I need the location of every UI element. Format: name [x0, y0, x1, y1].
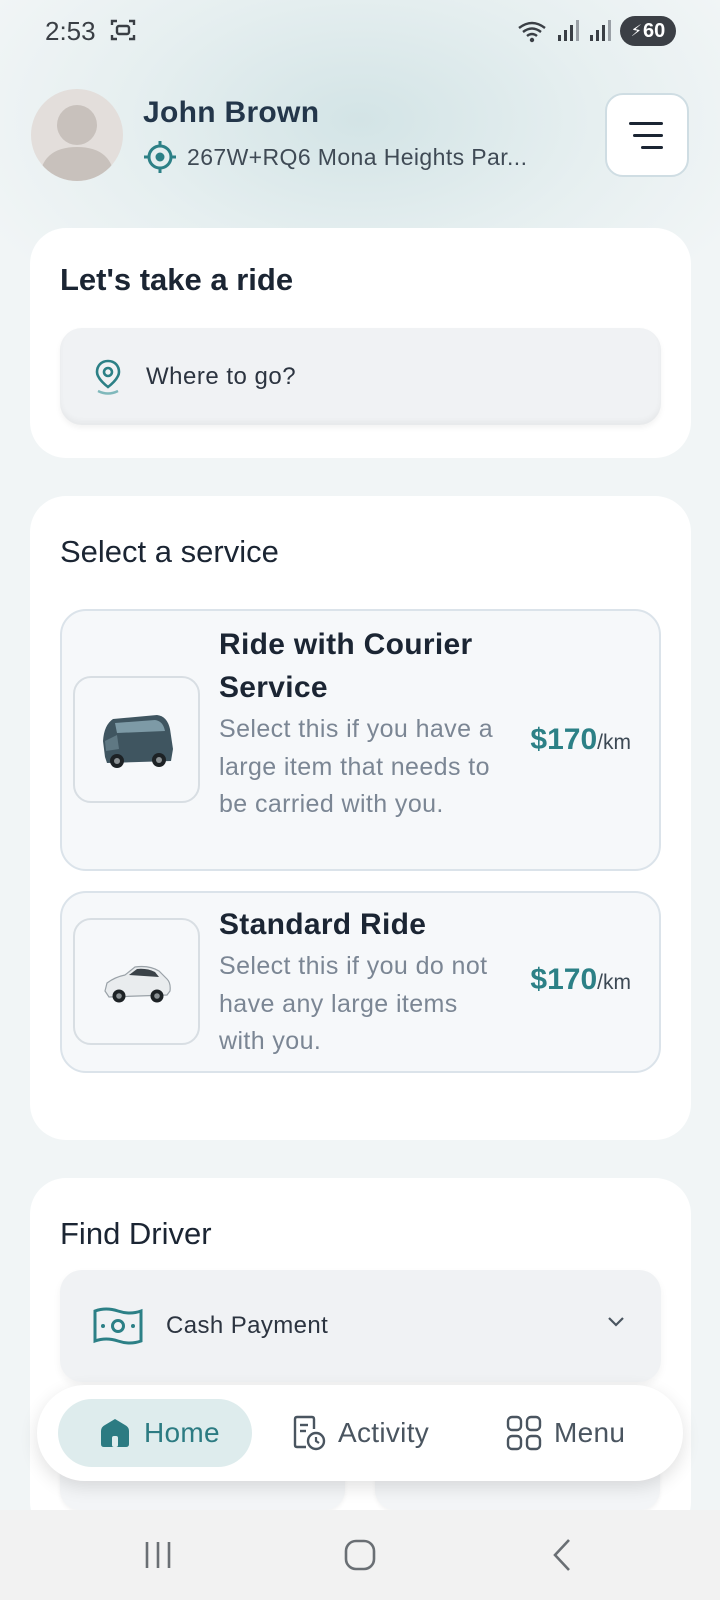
avatar[interactable] [31, 89, 123, 181]
status-bar: 2:53 ⚡ 60 [0, 0, 720, 64]
battery-level: 60 [642, 19, 666, 42]
service-card-title: Select a service [60, 534, 279, 569]
find-driver-title: Find Driver [60, 1216, 212, 1251]
system-navigation-bar [0, 1510, 720, 1600]
activity-icon [293, 1415, 326, 1451]
service-option-courier[interactable]: Ride with Courier Service Select this if… [60, 609, 661, 871]
signal-icon-2 [590, 20, 611, 41]
service-price: $170/km [530, 723, 631, 757]
price-unit: /km [597, 731, 631, 754]
home-button-icon[interactable] [343, 1538, 377, 1572]
location-text: 267W+RQ6 Mona Heights Par... [187, 143, 528, 170]
wifi-icon [518, 21, 546, 43]
price-amount: $170 [530, 723, 598, 756]
status-icons: ⚡ 60 [516, 16, 676, 46]
map-pin-icon [95, 359, 121, 395]
ride-card-title: Let's take a ride [60, 262, 294, 297]
price-amount: $170 [530, 963, 598, 996]
nav-activity[interactable]: Activity [292, 1399, 472, 1467]
menu-line-icon [641, 145, 663, 149]
service-card: Select a service Ride with Courier Servi… [30, 496, 691, 1140]
payment-method-value: Cash Payment [166, 1312, 329, 1339]
payment-method-select[interactable]: Cash Payment [60, 1270, 661, 1382]
van-thumbnail [73, 676, 200, 803]
car-thumbnail [73, 918, 200, 1045]
user-avatar-icon [39, 105, 115, 181]
nav-home[interactable]: Home [58, 1399, 252, 1467]
destination-search-input[interactable]: Where to go? [60, 328, 661, 425]
battery-indicator: ⚡ 60 [620, 16, 676, 46]
home-icon [101, 1419, 129, 1447]
signal-icon [558, 20, 579, 41]
chevron-down-icon [608, 1317, 624, 1327]
nav-label: Menu [554, 1417, 626, 1448]
price-unit: /km [597, 971, 631, 994]
menu-line-icon [633, 133, 663, 137]
bottom-navigation: Home Activity Menu [37, 1385, 683, 1481]
nav-label: Activity [338, 1417, 430, 1448]
service-price: $170/km [530, 963, 631, 997]
charging-icon: ⚡ [630, 23, 642, 40]
back-icon[interactable] [551, 1538, 573, 1572]
recent-apps-icon[interactable] [143, 1540, 173, 1570]
ride-card: Let's take a ride Where to go? [30, 228, 691, 458]
cash-icon [93, 1307, 143, 1345]
current-location[interactable]: 267W+RQ6 Mona Heights Par... [143, 140, 527, 174]
service-option-standard[interactable]: Standard Ride Select this if you do not … [60, 891, 661, 1073]
target-location-icon [144, 141, 176, 173]
user-name: John Brown [143, 96, 320, 129]
hamburger-menu-button[interactable] [605, 93, 689, 177]
service-name: Ride with Courier Service [219, 628, 473, 704]
car-icon [103, 965, 171, 1002]
service-description: Select this if you have a large item tha… [219, 715, 494, 818]
menu-line-icon [629, 121, 663, 125]
van-icon [102, 714, 173, 768]
service-description: Select this if you do not have any large… [219, 952, 488, 1055]
status-time: 2:53 [45, 16, 96, 46]
nav-menu[interactable]: Menu [506, 1399, 666, 1467]
service-name: Standard Ride [219, 908, 427, 941]
grid-menu-icon [506, 1415, 542, 1451]
screen-record-icon [110, 19, 136, 41]
search-placeholder: Where to go? [146, 362, 297, 390]
nav-label: Home [144, 1417, 220, 1448]
